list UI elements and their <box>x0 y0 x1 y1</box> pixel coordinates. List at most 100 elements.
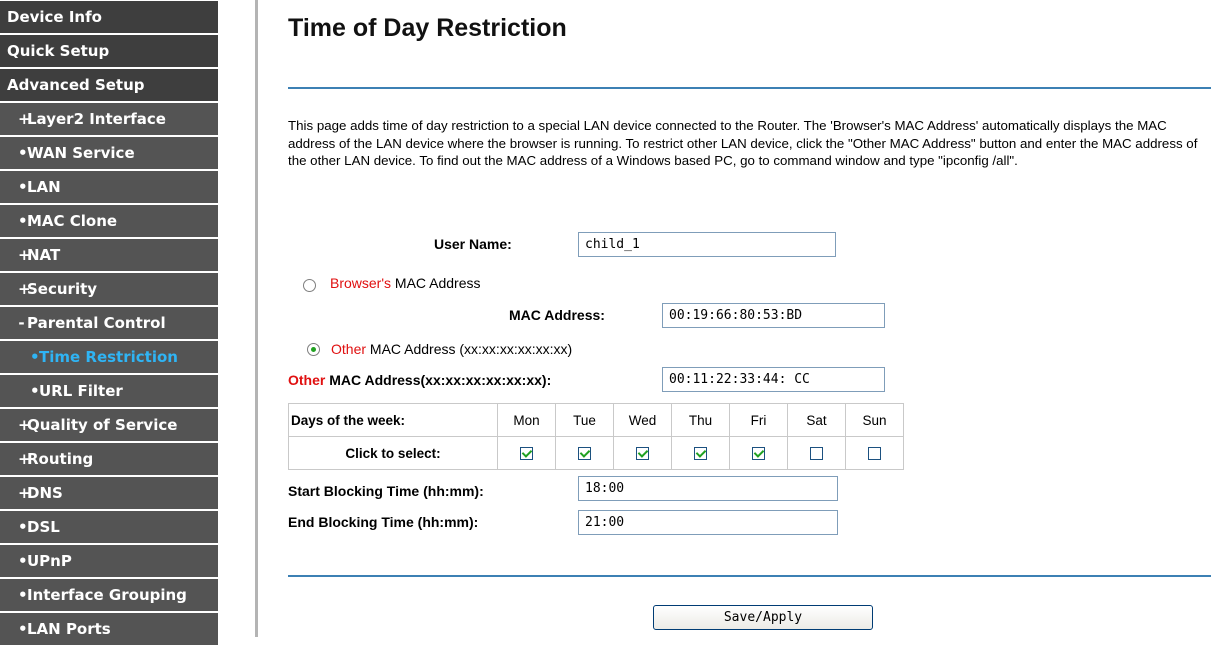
day-label-sun: Sun <box>845 403 904 437</box>
day-cell-sat <box>787 436 846 470</box>
sidebar-divider <box>255 0 258 637</box>
sidebar-item-routing[interactable]: +Routing <box>0 443 218 476</box>
sidebar-item-lan-ports[interactable]: •LAN Ports <box>0 613 218 646</box>
sidebar-item-label: MAC Clone <box>27 212 118 230</box>
sidebar-item-marker: + <box>18 246 31 264</box>
day-cell-mon <box>497 436 556 470</box>
top-divider <box>288 87 1211 89</box>
sidebar-item-marker: • <box>30 348 40 366</box>
sidebar-item-label: UPnP <box>27 552 72 570</box>
browser-mac-label-rest: MAC Address <box>391 275 481 291</box>
sidebar-item-label: Layer2 Interface <box>27 110 166 128</box>
sidebar-item-marker: + <box>18 416 31 434</box>
other-mac-field-label-red: Other <box>288 372 326 388</box>
sidebar-item-label: Routing <box>27 450 94 468</box>
day-checkbox-wed[interactable] <box>636 447 649 461</box>
other-mac-radio-label-rest: MAC Address (xx:xx:xx:xx:xx:xx) <box>366 341 573 357</box>
sidebar-item-quick-setup[interactable]: Quick Setup <box>0 35 218 68</box>
other-mac-field-label: Other MAC Address(xx:xx:xx:xx:xx:xx): <box>288 372 551 388</box>
sidebar-item-layer2-interface[interactable]: +Layer2 Interface <box>0 103 218 136</box>
sidebar-item-label: Security <box>27 280 98 298</box>
sidebar-item-marker: • <box>18 144 28 162</box>
sidebar-item-label: URL Filter <box>39 382 123 400</box>
other-mac-input[interactable]: 00:11:22:33:44: CC <box>662 367 885 392</box>
start-time-input[interactable]: 18:00 <box>578 476 838 501</box>
day-checkbox-thu[interactable] <box>694 447 707 461</box>
sidebar-item-wan-service[interactable]: •WAN Service <box>0 137 218 170</box>
other-mac-radio[interactable] <box>307 343 320 356</box>
bottom-divider <box>288 575 1211 577</box>
click-to-select-label: Click to select: <box>288 436 498 470</box>
sidebar-item-marker: • <box>18 620 28 638</box>
sidebar-item-quality-of-service[interactable]: +Quality of Service <box>0 409 218 442</box>
days-table: Days of the week: Mon Tue Wed Thu Fri Sat Sun … <box>288 403 904 470</box>
day-cell-fri <box>729 436 788 470</box>
day-checkbox-fri[interactable] <box>752 447 765 461</box>
sidebar-item-marker: • <box>18 212 28 230</box>
start-time-label: Start Blocking Time (hh:mm): <box>288 483 484 499</box>
sidebar-item-marker: + <box>18 110 31 128</box>
sidebar-item-nat[interactable]: +NAT <box>0 239 218 272</box>
day-label-thu: Thu <box>671 403 730 437</box>
sidebar-item-marker: • <box>18 178 28 196</box>
sidebar-item-label: Interface Grouping <box>27 586 187 604</box>
sidebar-item-mac-clone[interactable]: •MAC Clone <box>0 205 218 238</box>
sidebar-item-dsl[interactable]: •DSL <box>0 511 218 544</box>
browser-mac-radio[interactable] <box>303 279 316 292</box>
user-name-input[interactable]: child_1 <box>578 232 836 257</box>
browser-mac-label-red: Browser's <box>330 275 392 291</box>
sidebar-item-label: DNS <box>27 484 63 502</box>
sidebar-item-label: LAN <box>27 178 61 196</box>
day-label-tue: Tue <box>555 403 614 437</box>
sidebar-item-label: Quality of Service <box>27 416 178 434</box>
day-checkbox-sun[interactable] <box>868 447 881 461</box>
day-cell-sun <box>845 436 904 470</box>
sidebar-item-time-restriction[interactable]: •Time Restriction <box>0 341 218 374</box>
browser-mac-label: Browser's MAC Address <box>330 275 481 291</box>
user-name-label: User Name: <box>434 236 512 252</box>
sidebar-item-label: Quick Setup <box>7 42 110 60</box>
other-mac-radio-label-red: Other <box>331 341 367 357</box>
end-time-label: End Blocking Time (hh:mm): <box>288 514 479 530</box>
sidebar-item-advanced-setup[interactable]: Advanced Setup <box>0 69 218 102</box>
sidebar-nav: Device Info Quick Setup Advanced Setup +Lay… <box>0 0 218 646</box>
day-label-sat: Sat <box>787 403 846 437</box>
sidebar-item-label: Device Info <box>7 8 102 26</box>
sidebar-item-marker: • <box>30 382 40 400</box>
sidebar-item-parental-control[interactable]: - Parental Control <box>0 307 218 340</box>
sidebar-item-upnp[interactable]: •UPnP <box>0 545 218 578</box>
day-cell-wed <box>613 436 672 470</box>
days-checkbox-row: Click to select: <box>288 436 904 470</box>
day-checkbox-mon[interactable] <box>520 447 533 461</box>
sidebar-item-label: NAT <box>27 246 61 264</box>
sidebar-item-label: LAN Ports <box>27 620 111 638</box>
other-mac-field-label-rest: MAC Address(xx:xx:xx:xx:xx:xx): <box>325 372 552 388</box>
sidebar-item-dns[interactable]: +DNS <box>0 477 218 510</box>
sidebar-item-marker: + <box>18 280 31 298</box>
sidebar-item-url-filter[interactable]: •URL Filter <box>0 375 218 408</box>
end-time-input[interactable]: 21:00 <box>578 510 838 535</box>
day-cell-thu <box>671 436 730 470</box>
page-title: Time of Day Restriction <box>288 14 567 42</box>
sidebar-item-label: DSL <box>27 518 60 536</box>
sidebar-item-interface-grouping[interactable]: •Interface Grouping <box>0 579 218 612</box>
day-checkbox-tue[interactable] <box>578 447 591 461</box>
sidebar-item-label: Time Restriction <box>39 348 178 366</box>
sidebar-item-marker: - <box>18 314 25 332</box>
intro-text: This page adds time of day restriction t… <box>288 118 1198 168</box>
day-cell-tue <box>555 436 614 470</box>
sidebar-item-security[interactable]: +Security <box>0 273 218 306</box>
sidebar-item-lan[interactable]: •LAN <box>0 171 218 204</box>
sidebar-item-marker: + <box>18 450 31 468</box>
days-of-week-label: Days of the week: <box>288 403 498 437</box>
day-label-fri: Fri <box>729 403 788 437</box>
sidebar-item-label: WAN Service <box>27 144 135 162</box>
days-header-row: Days of the week: Mon Tue Wed Thu Fri Sat Sun <box>288 403 904 437</box>
day-checkbox-sat[interactable] <box>810 447 823 461</box>
sidebar-item-device-info[interactable]: Device Info <box>0 1 218 34</box>
save-apply-button[interactable]: Save/Apply <box>653 605 873 630</box>
sidebar-item-label: Parental Control <box>27 314 166 332</box>
other-mac-radio-label: Other MAC Address (xx:xx:xx:xx:xx:xx) <box>331 341 572 357</box>
mac-address-field[interactable]: 00:19:66:80:53:BD <box>662 303 885 328</box>
sidebar-item-marker: • <box>18 552 28 570</box>
